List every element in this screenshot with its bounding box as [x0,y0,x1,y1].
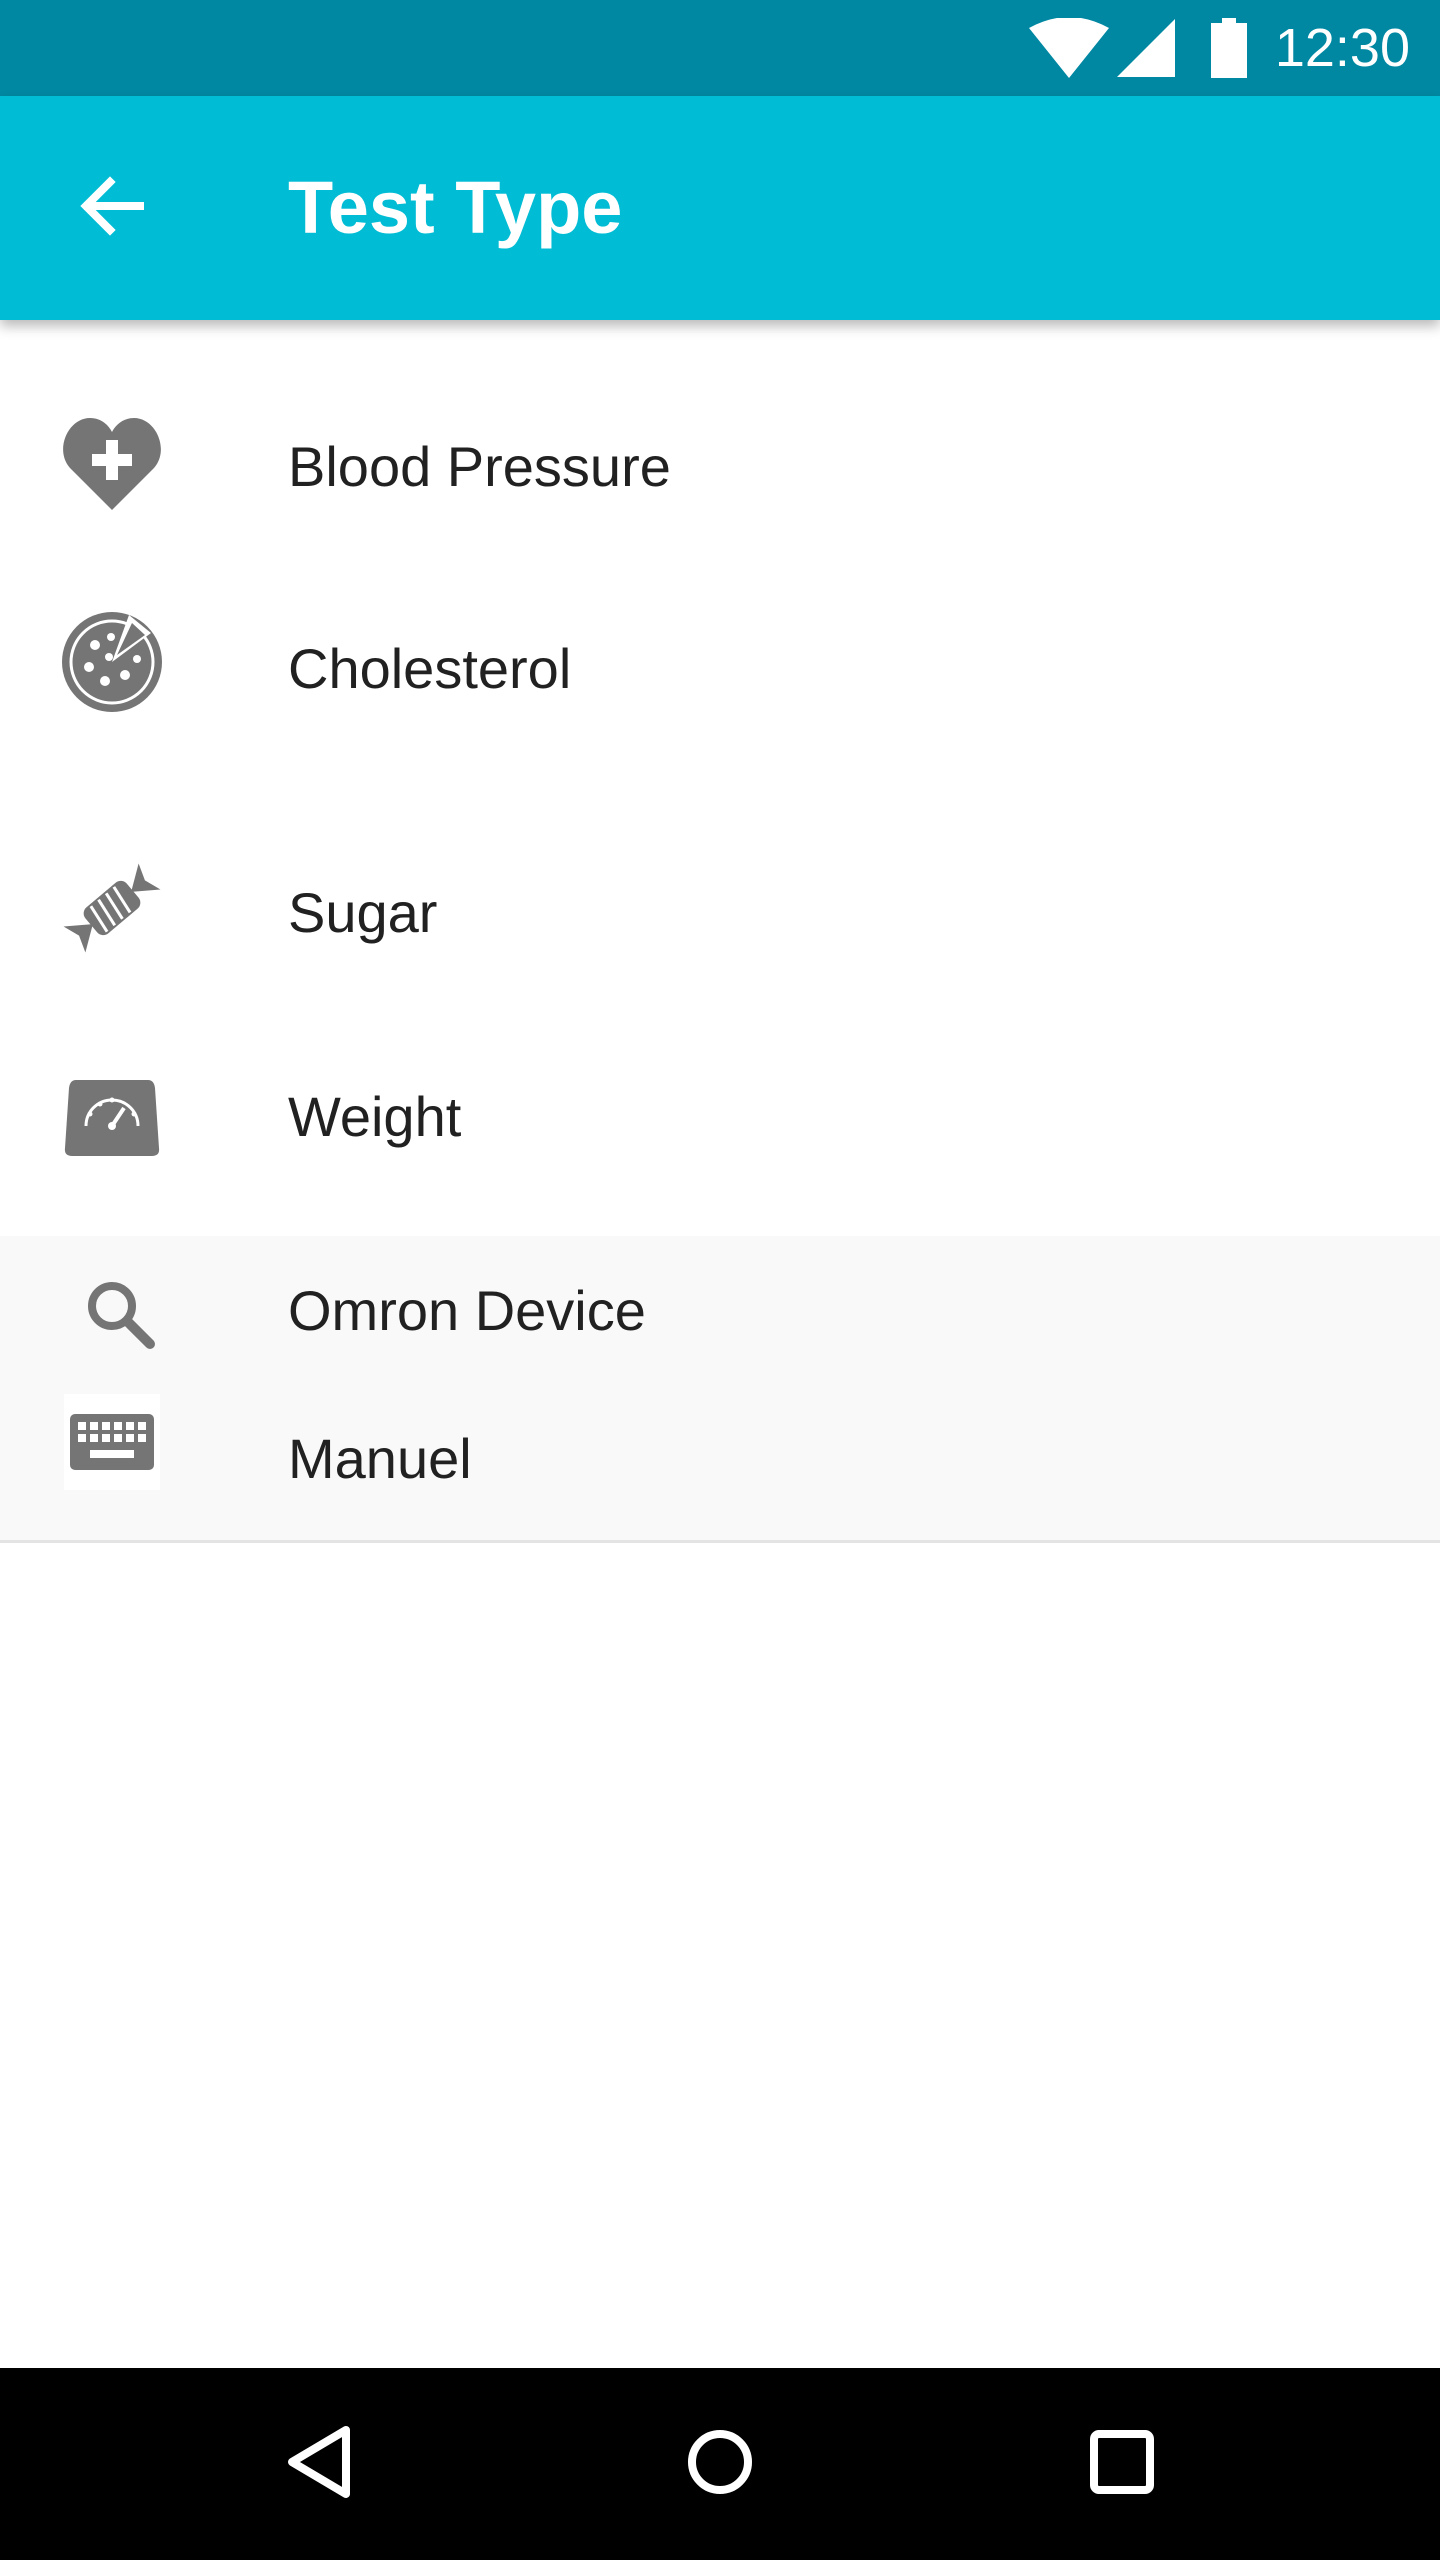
status-time: 12:30 [1274,18,1410,78]
arrow-back-icon [80,174,144,243]
list-item-label: Cholesterol [288,637,572,700]
list-item-label: Manuel [288,1427,472,1490]
list-item-omron-device[interactable]: Omron Device [0,1236,1440,1388]
list-item-weight[interactable]: Weight [0,1062,1440,1236]
keyboard-icon [64,1394,160,1490]
list-item-blood-pressure[interactable]: Blood Pressure [0,320,1440,606]
input-method-panel: Omron Device Manuel [0,1236,1440,1543]
heart-plus-icon [56,408,168,520]
app-bar: Test Type [0,96,1440,320]
nav-back-button[interactable] [224,2368,416,2560]
battery-icon [1210,18,1247,78]
candy-icon [56,852,168,964]
page-title: Test Type [288,166,623,249]
cell-signal-icon [1116,19,1175,77]
list-item-label: Blood Pressure [288,435,671,498]
list-item-label: Omron Device [288,1279,646,1342]
wifi-icon [1028,18,1109,78]
scale-icon [56,1062,168,1174]
home-circle-icon [680,2422,760,2507]
list-item-cholesterol[interactable]: Cholesterol [0,606,1440,790]
nav-home-button[interactable] [624,2368,816,2560]
navigation-bar [0,2368,1440,2560]
nav-recents-button[interactable] [1026,2368,1218,2560]
pizza-icon [56,606,168,718]
status-bar: 12:30 [0,0,1440,96]
status-icons: 12:30 [1028,0,1410,96]
list-item-label: Sugar [288,881,438,944]
back-button[interactable] [64,160,160,256]
list-item-manuel[interactable]: Manuel [0,1388,1440,1540]
recents-square-icon [1082,2422,1162,2507]
list-item-sugar[interactable]: Sugar [0,840,1440,1050]
search-icon [64,1258,176,1370]
back-triangle-icon [280,2422,360,2507]
list-item-label: Weight [288,1085,462,1148]
